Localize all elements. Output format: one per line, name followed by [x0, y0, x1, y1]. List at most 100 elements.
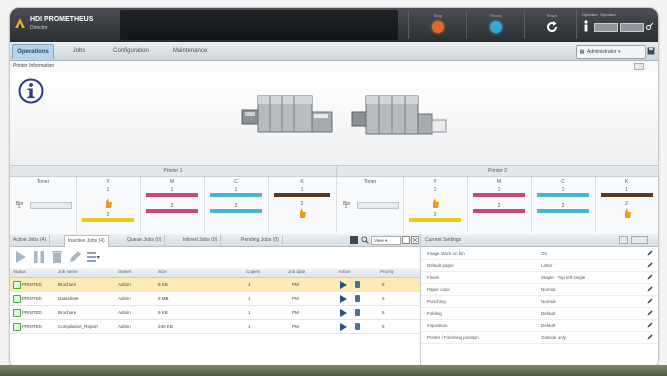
settings-row[interactable]: Default paper Letter — [421, 260, 658, 272]
job-copies: 1 — [248, 296, 251, 301]
collapse-icon[interactable] — [634, 63, 644, 70]
reset-button[interactable]: Reset — [524, 8, 580, 42]
table-row[interactable]: PRINTED Datasheet Admin 9 MB 1 PM 5 — [10, 292, 420, 306]
edit-icon[interactable] — [68, 250, 82, 264]
tab-active-jobs[interactable]: Active Jobs (4) — [10, 235, 51, 246]
search-icon[interactable] — [361, 236, 369, 244]
trash-icon[interactable] — [355, 295, 360, 302]
toner-hand-icon — [625, 208, 631, 218]
column-header[interactable]: Size — [158, 269, 167, 274]
toner-value: 1 — [300, 187, 304, 193]
printer-image — [351, 95, 447, 135]
tab-queue-jobs[interactable]: Queue Jobs (0) — [124, 235, 166, 246]
toner-value: 2 — [170, 203, 174, 209]
job-owner: Admin — [118, 282, 131, 287]
play-icon[interactable] — [340, 295, 347, 303]
close-icon[interactable] — [411, 236, 419, 244]
printer-status-strip: Printer 1 Toner Bin 1 Y 1 2 M 1 2 C 1 2 — [10, 165, 658, 235]
app-title: HDI PROMETHEUS — [30, 16, 94, 23]
column-header[interactable]: Job date — [288, 269, 305, 274]
status-check-icon — [13, 323, 21, 331]
toner-label: K — [624, 179, 629, 185]
job-date: PM — [292, 296, 299, 301]
printer-title: Printer 2 — [337, 166, 658, 177]
edit-icon[interactable] — [647, 298, 653, 304]
settings-row[interactable]: Printer / Finishing position Outside onl… — [421, 332, 658, 344]
play-icon[interactable] — [340, 281, 347, 289]
mode-select[interactable]: ▦ Administrator ▾ — [576, 45, 646, 59]
toner-yellow: Y 1 2 — [403, 177, 468, 233]
trash-icon[interactable] — [355, 309, 360, 316]
tab-operations[interactable]: Operations — [12, 44, 54, 59]
settings-collapse-icon[interactable] — [619, 236, 649, 244]
job-owner: Admin — [118, 296, 131, 301]
settings-row[interactable]: Folding Default — [421, 308, 658, 320]
edit-icon[interactable] — [647, 286, 653, 292]
settings-row[interactable]: Punching Normal — [421, 296, 658, 308]
job-status: PRINTED — [22, 282, 42, 287]
status-check-icon — [13, 295, 21, 303]
edit-icon[interactable] — [647, 274, 653, 280]
table-row[interactable]: PRINTED Brochure Admin 8 KB 1 PM 5 — [10, 306, 420, 320]
play-icon[interactable] — [340, 309, 347, 317]
toner-bar — [274, 193, 330, 197]
edit-icon[interactable] — [647, 322, 653, 328]
toner-label: K — [300, 179, 304, 185]
save-icon[interactable] — [647, 47, 655, 55]
tab-jobs[interactable]: Jobs — [66, 44, 92, 58]
trash-icon[interactable] — [355, 323, 360, 330]
table-row[interactable]: PRINTED Compliance_Report Admin 240 KB 1… — [10, 320, 420, 334]
edit-icon[interactable] — [647, 250, 653, 256]
printer-title: Printer 1 — [10, 166, 337, 177]
settings-row[interactable]: Imposition Default — [421, 320, 658, 332]
view-select[interactable]: View ▾ — [371, 236, 401, 245]
settings-row[interactable]: Paper color Normal — [421, 284, 658, 296]
toner-bar — [82, 218, 134, 222]
tab-maintenance[interactable]: Maintenance — [166, 44, 214, 58]
reset-button-label: Reset — [546, 13, 558, 18]
ready-button[interactable]: Ready — [468, 8, 524, 42]
toner-label: C — [561, 179, 565, 185]
edit-icon[interactable] — [647, 310, 653, 316]
tab-inlined-jobs[interactable]: Inlined Jobs (0) — [180, 235, 222, 246]
trash-icon[interactable] — [355, 281, 360, 288]
column-header[interactable]: Status — [13, 269, 26, 274]
ready-icon — [490, 21, 502, 33]
job-size: 8 KB — [158, 310, 168, 315]
user-field — [620, 23, 644, 32]
column-header[interactable]: Action — [338, 269, 351, 274]
column-header[interactable]: Job name — [58, 269, 78, 274]
job-copies: 1 — [248, 310, 251, 315]
edit-icon[interactable] — [647, 334, 653, 340]
grid-icon: ▦ — [579, 49, 585, 55]
list-icon[interactable] — [86, 250, 100, 264]
stop-button[interactable]: Stop — [410, 8, 466, 42]
play-icon[interactable] — [340, 323, 347, 331]
column-header[interactable]: Priority — [380, 269, 394, 274]
stop-icon — [432, 21, 444, 33]
tab-inactive-jobs[interactable]: Inactive Jobs (4) — [64, 235, 109, 247]
maximize-icon[interactable] — [402, 236, 410, 244]
user-panel[interactable]: Operator: Operator — [576, 10, 656, 40]
info-icon — [584, 20, 588, 32]
toner-value: 2 — [561, 203, 565, 209]
logo-icon — [15, 18, 25, 28]
setting-key: Finish — [427, 275, 440, 280]
grid-icon[interactable] — [350, 236, 358, 244]
jobs-tabs: Active Jobs (4) Inactive Jobs (4) Queue … — [10, 234, 420, 247]
edit-icon[interactable] — [647, 262, 653, 268]
job-priority: 5 — [382, 310, 385, 315]
tab-pending-jobs[interactable]: Pending Jobs (0) — [238, 235, 283, 246]
jobs-panel: Active Jobs (4) Inactive Jobs (4) Queue … — [10, 234, 421, 368]
play-icon[interactable] — [14, 250, 28, 264]
message-panel — [120, 10, 398, 40]
settings-row[interactable]: Finish Staple - Top left single — [421, 272, 658, 284]
tab-configuration[interactable]: Configuration — [106, 44, 156, 58]
toner-value: 2 — [625, 201, 628, 207]
delete-icon[interactable] — [50, 250, 64, 264]
settings-row[interactable]: Image stack on bin On — [421, 248, 658, 260]
column-header[interactable]: Copies — [246, 269, 260, 274]
column-header[interactable]: Owner — [118, 269, 131, 274]
pause-icon[interactable] — [32, 250, 46, 264]
table-row[interactable]: PRINTED Brochure Admin 8 KB 1 PM 5 — [10, 278, 420, 292]
